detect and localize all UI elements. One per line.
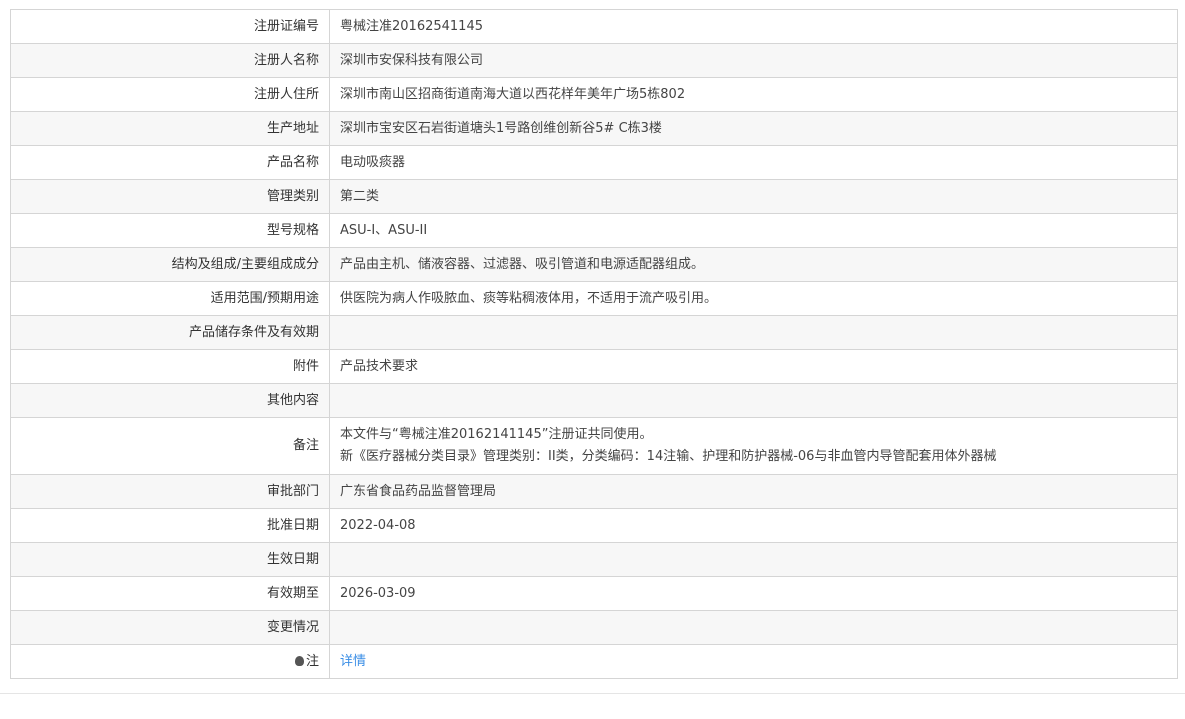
field-label: 适用范围/预期用途 [10, 281, 330, 316]
table-row: 其他内容 [10, 383, 1178, 418]
field-value: 电动吸痰器 [329, 145, 1178, 180]
field-value: 产品由主机、储液容器、过滤器、吸引管道和电源适配器组成。 [329, 247, 1178, 282]
details-link[interactable]: 详情 [340, 654, 366, 669]
table-row: 变更情况 [10, 610, 1178, 645]
field-value [329, 383, 1178, 418]
field-value: 深圳市宝安区石岩街道塘头1号路创维创新谷5# C栋3楼 [329, 111, 1178, 146]
table-row: 生效日期 [10, 542, 1178, 577]
field-value: 产品技术要求 [329, 349, 1178, 384]
table-row: 注册人住所 深圳市南山区招商街道南海大道以西花样年美年广场5栋802 [10, 77, 1178, 112]
field-label: 生效日期 [10, 542, 330, 577]
field-label: 附件 [10, 349, 330, 384]
table-row: 注册证编号 粤械注准20162541145 [10, 9, 1178, 44]
footer-divider [0, 693, 1185, 694]
field-value: 深圳市安保科技有限公司 [329, 43, 1178, 78]
field-value [329, 315, 1178, 350]
field-label: 产品名称 [10, 145, 330, 180]
field-label: 注 [10, 644, 330, 679]
table-row: 适用范围/预期用途 供医院为病人作吸脓血、痰等粘稠液体用，不适用于流产吸引用。 [10, 281, 1178, 316]
table-row: 有效期至 2026-03-09 [10, 576, 1178, 611]
field-value [329, 610, 1178, 645]
field-label: 注册人住所 [10, 77, 330, 112]
field-value: 本文件与“粤械注准20162141145”注册证共同使用。新《医疗器械分类目录》… [329, 417, 1178, 475]
table-row: 批准日期 2022-04-08 [10, 508, 1178, 543]
field-label: 变更情况 [10, 610, 330, 645]
table-row: 注册人名称 深圳市安保科技有限公司 [10, 43, 1178, 78]
table-row: 产品名称 电动吸痰器 [10, 145, 1178, 180]
remark-line: 本文件与“粤械注准20162141145”注册证共同使用。 [340, 427, 653, 442]
field-value: 供医院为病人作吸脓血、痰等粘稠液体用，不适用于流产吸引用。 [329, 281, 1178, 316]
field-value: 粤械注准20162541145 [329, 9, 1178, 44]
field-label: 备注 [10, 417, 330, 475]
field-value [329, 542, 1178, 577]
remark-line: 新《医疗器械分类目录》管理类别：II类，分类编码：14注输、护理和防护器械-06… [340, 449, 997, 464]
table-row: 管理类别 第二类 [10, 179, 1178, 214]
table-row: 型号规格 ASU-I、ASU-II [10, 213, 1178, 248]
registration-detail-table: 注册证编号 粤械注准20162541145 注册人名称 深圳市安保科技有限公司 注册人住… [10, 9, 1178, 679]
field-value: 第二类 [329, 179, 1178, 214]
table-row: 审批部门 广东省食品药品监督管理局 [10, 474, 1178, 509]
table-row: 附件 产品技术要求 [10, 349, 1178, 384]
field-value: 广东省食品药品监督管理局 [329, 474, 1178, 509]
table-row-remark: 备注 本文件与“粤械注准20162141145”注册证共同使用。新《医疗器械分类目… [10, 417, 1178, 475]
note-label: 注 [305, 653, 319, 669]
field-label: 结构及组成/主要组成成分 [10, 247, 330, 282]
field-label: 型号规格 [10, 213, 330, 248]
field-label: 管理类别 [10, 179, 330, 214]
lightbulb-icon [294, 655, 304, 666]
field-label: 有效期至 [10, 576, 330, 611]
field-label: 批准日期 [10, 508, 330, 543]
table-row: 产品储存条件及有效期 [10, 315, 1178, 350]
table-row: 生产地址 深圳市宝安区石岩街道塘头1号路创维创新谷5# C栋3楼 [10, 111, 1178, 146]
table-row: 结构及组成/主要组成成分 产品由主机、储液容器、过滤器、吸引管道和电源适配器组成。 [10, 247, 1178, 282]
field-label: 审批部门 [10, 474, 330, 509]
field-label: 注册证编号 [10, 9, 330, 44]
table-row-note: 注 详情 [10, 644, 1178, 679]
field-value: 2026-03-09 [329, 576, 1178, 611]
field-label: 其他内容 [10, 383, 330, 418]
field-label: 生产地址 [10, 111, 330, 146]
field-label: 注册人名称 [10, 43, 330, 78]
field-label: 产品储存条件及有效期 [10, 315, 330, 350]
field-value: ASU-I、ASU-II [329, 213, 1178, 248]
field-value: 2022-04-08 [329, 508, 1178, 543]
field-value: 深圳市南山区招商街道南海大道以西花样年美年广场5栋802 [329, 77, 1178, 112]
